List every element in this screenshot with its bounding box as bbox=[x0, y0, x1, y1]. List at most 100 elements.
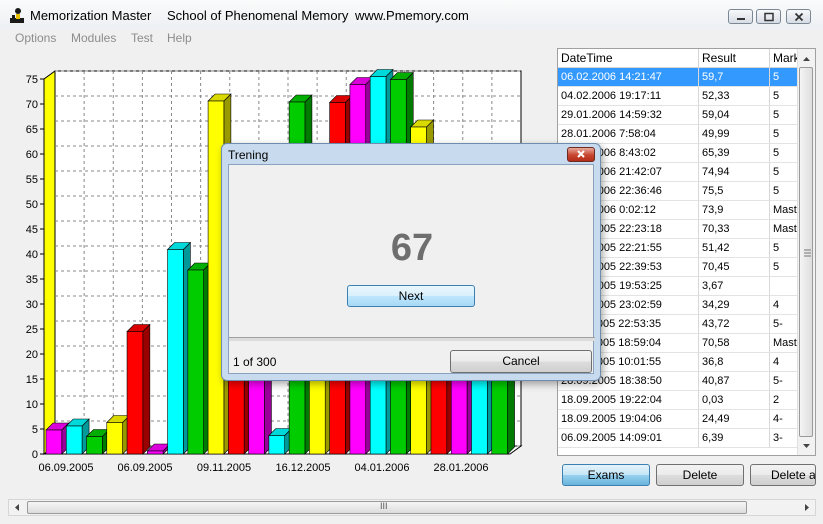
menu-modules[interactable]: Modules bbox=[71, 31, 116, 45]
website-link: www.Pmemory.com bbox=[355, 8, 469, 23]
next-button[interactable]: Next bbox=[347, 285, 475, 307]
column-header-datetime[interactable]: DateTime bbox=[558, 49, 699, 68]
scroll-up-arrow-icon[interactable] bbox=[798, 50, 815, 67]
cell-mark: 5 bbox=[770, 125, 799, 144]
cell-datetime: 29.01.2006 14:59:32 bbox=[558, 106, 699, 125]
trening-dialog: Trening 67 Next 1 of 300 Cancel bbox=[221, 143, 601, 381]
close-button[interactable] bbox=[786, 9, 811, 24]
menu-test[interactable]: Test bbox=[131, 31, 153, 45]
y-tick-label: 45 bbox=[26, 224, 38, 236]
grip-icon bbox=[804, 249, 811, 257]
table-row[interactable]: 18.09.2005 19:22:04 0,03 2 bbox=[558, 391, 799, 410]
x-tick-label: 04.01.2006 bbox=[354, 462, 409, 474]
bar bbox=[147, 450, 164, 455]
cell-datetime: 06.09.2005 14:09:01 bbox=[558, 429, 699, 448]
y-tick-label: 0 bbox=[32, 449, 38, 461]
cell-result: 0,03 bbox=[699, 391, 770, 410]
cell-result: 49,99 bbox=[699, 125, 770, 144]
table-scroll-thumb[interactable] bbox=[799, 67, 813, 437]
maximize-button[interactable] bbox=[756, 9, 781, 24]
exams-button[interactable]: Exams bbox=[562, 464, 650, 486]
scroll-down-arrow-icon[interactable] bbox=[798, 438, 815, 455]
cell-mark: 5 bbox=[770, 182, 799, 201]
cell-mark: Master bbox=[770, 201, 799, 220]
y-tick-label: 10 bbox=[26, 399, 38, 411]
cell-result: 3,67 bbox=[699, 277, 770, 296]
delete-button[interactable]: Delete bbox=[656, 464, 744, 486]
table-row[interactable]: 06.09.2005 14:09:01 6,39 3- bbox=[558, 429, 799, 448]
table-row[interactable]: 29.01.2006 14:59:32 59,04 5 bbox=[558, 106, 799, 125]
column-header-result[interactable]: Result bbox=[699, 49, 770, 68]
menu-bar: Options Modules Test Help bbox=[0, 30, 823, 48]
table-row[interactable]: 28.01.2006 7:58:04 49,99 5 bbox=[558, 125, 799, 144]
cell-result: 70,58 bbox=[699, 334, 770, 353]
cell-datetime: 18.09.2005 19:04:06 bbox=[558, 410, 699, 429]
bar bbox=[268, 435, 285, 455]
cell-result: 36,8 bbox=[699, 353, 770, 372]
y-tick-label: 55 bbox=[26, 174, 38, 186]
horizontal-grip-icon: III bbox=[380, 501, 388, 511]
cell-result: 59,7 bbox=[699, 68, 770, 87]
column-header-mark[interactable]: Mark bbox=[770, 49, 799, 68]
table-row[interactable]: 18.09.2005 19:04:06 24,49 4- bbox=[558, 410, 799, 429]
y-tick-label: 70 bbox=[26, 99, 38, 111]
scroll-left-arrow-icon[interactable] bbox=[9, 500, 26, 515]
cell-mark: 5 bbox=[770, 239, 799, 258]
cell-result: 34,29 bbox=[699, 296, 770, 315]
cell-result: 65,39 bbox=[699, 144, 770, 163]
y-tick-label: 60 bbox=[26, 149, 38, 161]
horizontal-scroll-thumb[interactable]: III bbox=[27, 501, 747, 514]
dialog-close-button[interactable] bbox=[567, 147, 595, 162]
cell-mark bbox=[770, 277, 799, 296]
cell-result: 75,5 bbox=[699, 182, 770, 201]
cell-result: 51,42 bbox=[699, 239, 770, 258]
table-vertical-scrollbar[interactable] bbox=[797, 49, 815, 455]
cell-datetime: 18.09.2005 19:22:04 bbox=[558, 391, 699, 410]
cancel-button[interactable]: Cancel bbox=[450, 350, 592, 373]
y-tick-label: 25 bbox=[26, 324, 38, 336]
cell-datetime: 06.02.2006 14:21:47 bbox=[558, 68, 699, 87]
cell-mark: 5 bbox=[770, 68, 799, 87]
horizontal-scrollbar[interactable]: III bbox=[8, 499, 816, 516]
bar bbox=[126, 331, 144, 455]
progress-bar bbox=[229, 337, 595, 341]
menu-help[interactable]: Help bbox=[167, 31, 192, 45]
cell-mark: 5 bbox=[770, 87, 799, 106]
delete-all-button[interactable]: Delete all bbox=[750, 464, 816, 486]
y-tick-label: 50 bbox=[26, 199, 38, 211]
cell-mark: 5- bbox=[770, 315, 799, 334]
cell-result: 6,39 bbox=[699, 429, 770, 448]
memorize-number: 67 bbox=[390, 227, 434, 269]
table-row[interactable]: 04.02.2006 19:17:11 52,33 5 bbox=[558, 87, 799, 106]
bar bbox=[187, 269, 204, 455]
window-title: Memorization Master bbox=[30, 8, 152, 23]
y-tick-label: 40 bbox=[26, 249, 38, 261]
cell-mark: 2 bbox=[770, 391, 799, 410]
bar bbox=[106, 422, 123, 455]
menu-options[interactable]: Options bbox=[15, 31, 56, 45]
maximize-icon bbox=[764, 12, 774, 22]
y-tick-label: 30 bbox=[26, 299, 38, 311]
cell-datetime: 04.02.2006 19:17:11 bbox=[558, 87, 699, 106]
cell-datetime: 28.01.2006 7:58:04 bbox=[558, 125, 699, 144]
chart-left-wall bbox=[43, 70, 56, 455]
table-row[interactable]: 06.02.2006 14:21:47 59,7 5 bbox=[558, 68, 799, 87]
minimize-button[interactable] bbox=[728, 9, 753, 24]
y-tick-label: 20 bbox=[26, 349, 38, 361]
cell-result: 40,87 bbox=[699, 372, 770, 391]
bar bbox=[65, 425, 83, 455]
cell-mark: 4- bbox=[770, 410, 799, 429]
cell-mark: 5 bbox=[770, 106, 799, 125]
cell-result: 70,45 bbox=[699, 258, 770, 277]
x-tick-label: 16.12.2005 bbox=[275, 462, 330, 474]
close-icon bbox=[577, 150, 585, 158]
close-icon bbox=[794, 12, 804, 22]
x-tick-label: 06.09.2005 bbox=[38, 462, 93, 474]
x-tick-label: 06.09.2005 bbox=[117, 462, 172, 474]
dialog-title: Trening bbox=[228, 148, 269, 162]
cell-result: 24,49 bbox=[699, 410, 770, 429]
scroll-right-arrow-icon[interactable] bbox=[798, 500, 815, 515]
bar bbox=[167, 249, 184, 455]
cell-mark: 5 bbox=[770, 144, 799, 163]
y-tick-label: 65 bbox=[26, 124, 38, 136]
